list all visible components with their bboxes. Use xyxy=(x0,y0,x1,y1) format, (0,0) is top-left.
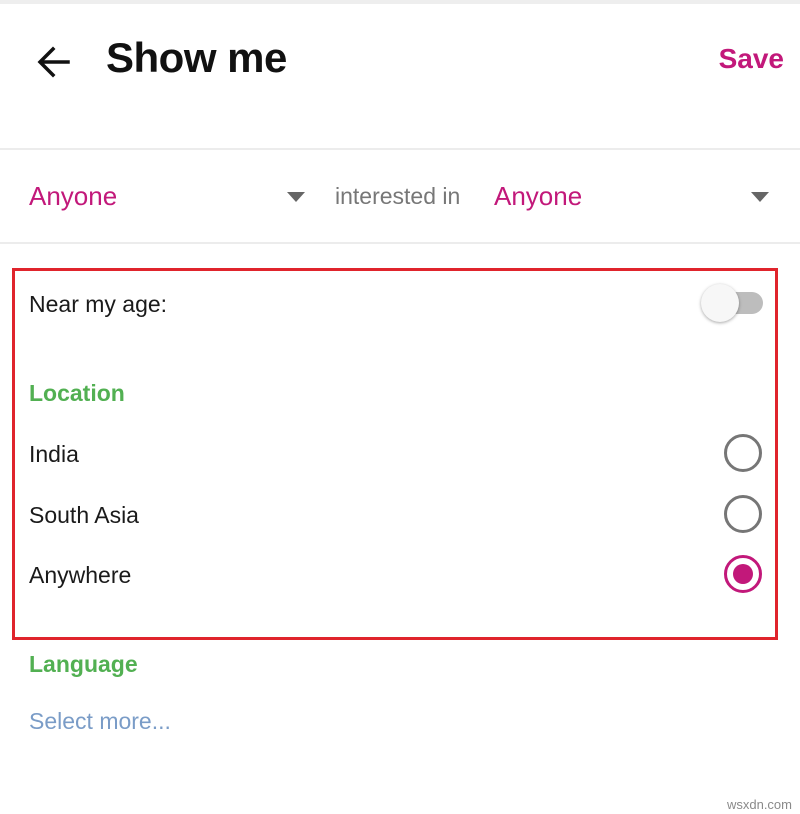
caret-down-icon xyxy=(287,192,305,202)
watermark: wsxdn.com xyxy=(726,797,792,812)
interest-dropdown[interactable]: Anyone xyxy=(494,150,776,242)
caret-down-icon xyxy=(751,192,769,202)
back-button[interactable] xyxy=(30,38,78,86)
radio-ring xyxy=(724,495,762,533)
location-option-anywhere-radio[interactable] xyxy=(724,555,762,593)
toggle-knob xyxy=(701,284,739,322)
filter-row: Anyone interested in Anyone xyxy=(0,150,800,242)
gender-dropdown-value: Anyone xyxy=(29,180,118,211)
radio-ring xyxy=(724,434,762,472)
divider xyxy=(0,242,800,244)
gender-dropdown[interactable]: Anyone xyxy=(29,150,309,242)
language-section-title: Language xyxy=(29,651,138,677)
location-section-title: Location xyxy=(29,380,125,406)
interested-in-label: interested in xyxy=(335,182,461,209)
location-option-india-radio[interactable] xyxy=(724,434,762,472)
near-my-age-label: Near my age: xyxy=(29,291,168,317)
near-my-age-toggle[interactable] xyxy=(701,284,763,322)
location-option-india-label: India xyxy=(29,441,79,467)
page-title: Show me xyxy=(106,34,287,81)
select-more-languages-link[interactable]: Select more... xyxy=(29,708,171,735)
location-option-south-asia-label: South Asia xyxy=(29,502,139,528)
interest-dropdown-value: Anyone xyxy=(494,180,583,211)
radio-selected-dot xyxy=(733,564,753,584)
location-option-anywhere-label: Anywhere xyxy=(29,562,132,588)
location-option-south-asia-radio[interactable] xyxy=(724,495,762,533)
arrow-left-icon xyxy=(37,46,70,78)
app-header: Show me Save xyxy=(0,4,800,148)
save-button[interactable]: Save xyxy=(719,43,784,75)
